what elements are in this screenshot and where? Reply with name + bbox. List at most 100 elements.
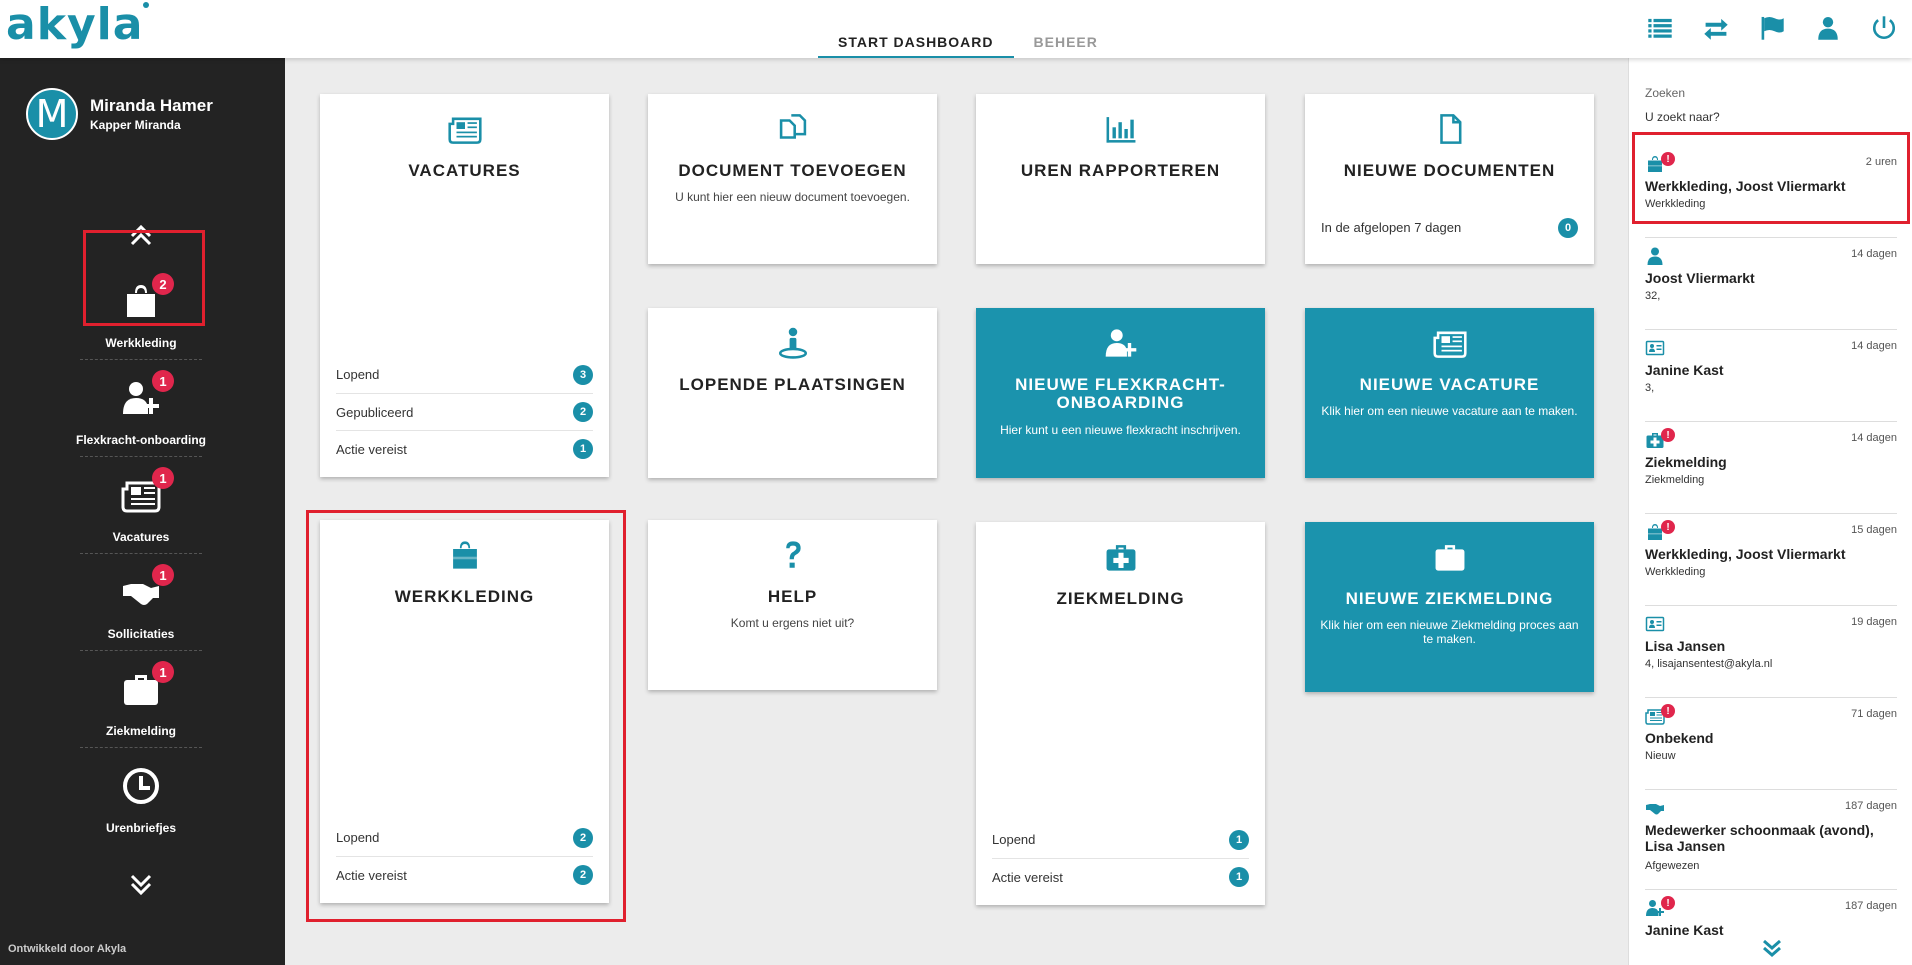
sidebar-item-label: Urenbriefjes	[105, 821, 177, 835]
chevron-down-icon[interactable]	[1760, 936, 1784, 960]
feed-time: 187 dagen	[1845, 800, 1897, 812]
document-icon	[1305, 112, 1594, 148]
card-row[interactable]: In de afgelopen 7 dagen 0	[1321, 209, 1578, 246]
developer-credit: Ontwikkeld door Akyla	[8, 943, 127, 955]
sidebar-item-vacatures[interactable]: 1 Vacatures	[80, 457, 202, 554]
feed-item[interactable]: ! 14 dagen Ziekmelding Ziekmelding	[1645, 422, 1897, 514]
count-badge: 3	[573, 364, 593, 385]
notification-badge: 1	[152, 564, 174, 586]
akyla-logo[interactable]: akyla	[6, 0, 150, 50]
feed-title: Onbekend	[1645, 730, 1714, 746]
top-icons	[1632, 12, 1912, 44]
documents-icon	[648, 112, 937, 148]
user-icon	[1645, 246, 1669, 266]
alert-icon: !	[1661, 520, 1675, 534]
sidebar-item-label: Sollicitaties	[107, 627, 175, 641]
feed-item[interactable]: 187 dagen Medewerker schoonmaak (avond),…	[1645, 790, 1897, 890]
card-document-toevoegen[interactable]: DOCUMENT TOEVOEGEN U kunt hier een nieuw…	[648, 94, 937, 264]
highlight-box	[1632, 132, 1910, 224]
medkit-icon: !	[1645, 428, 1675, 450]
feed-title: Janine Kast	[1645, 362, 1724, 378]
card-title: NIEUWE ZIEKMELDING	[1345, 589, 1554, 608]
card-row[interactable]: Gepubliceerd 2	[336, 393, 593, 430]
feed-subtitle: 3,	[1645, 382, 1655, 394]
newspaper-icon	[1305, 326, 1594, 362]
feed-title: Joost Vliermarkt	[1645, 270, 1755, 286]
feed-item[interactable]: ! 187 dagen Janine Kast	[1645, 890, 1897, 936]
card-title: HELP	[767, 587, 818, 606]
id-card-icon	[1645, 614, 1669, 634]
flag-icon[interactable]	[1744, 12, 1800, 44]
feed-subtitle: Werkkleding	[1645, 566, 1706, 578]
count-badge: 1	[1229, 867, 1249, 887]
tab-beheer[interactable]: BEHEER	[1014, 30, 1118, 58]
question-icon	[648, 538, 937, 574]
user-plus-icon	[976, 326, 1265, 362]
feed-subtitle: 4, lisajansentest@akyla.nl	[1645, 658, 1773, 670]
sidebar-item-flexkracht-onboarding[interactable]: 1 Flexkracht-onboarding	[76, 360, 206, 457]
count-badge: 1	[573, 439, 593, 459]
feed-item[interactable]: 14 dagen Joost Vliermarkt 32,	[1645, 238, 1897, 330]
card-row[interactable]: Lopend 1	[992, 821, 1249, 858]
card-vacatures[interactable]: VACATURES Lopend 3 Gepubliceerd 2 Actie ve…	[320, 94, 609, 477]
tab-start-dashboard[interactable]: START DASHBOARD	[818, 30, 1014, 58]
card-lopende-plaatsingen[interactable]: LOPENDE PLAATSINGEN	[648, 308, 937, 478]
card-row[interactable]: Actie vereist 1	[992, 858, 1249, 895]
feed-title: Werkkleding, Joost Vliermarkt	[1645, 546, 1846, 562]
card-row[interactable]: Actie vereist 1	[336, 430, 593, 467]
feed-item[interactable]: 14 dagen Janine Kast 3,	[1645, 330, 1897, 422]
notification-badge: 1	[152, 370, 174, 392]
avatar[interactable]: M	[26, 88, 78, 140]
top-navigation: START DASHBOARD BEHEER	[818, 30, 1118, 58]
feed-item[interactable]: 19 dagen Lisa Jansen 4, lisajansentest@a…	[1645, 606, 1897, 698]
card-title: UREN RAPPORTEREN	[1020, 161, 1221, 180]
feed-time: 14 dagen	[1851, 340, 1897, 352]
search-input[interactable]: U zoekt naar?	[1645, 110, 1720, 124]
count-badge: 2	[573, 402, 593, 422]
card-ziekmelding[interactable]: ZIEKMELDING Lopend 1 Actie vereist 1	[976, 522, 1265, 905]
alert-icon: !	[1661, 704, 1675, 718]
chevron-down-icon[interactable]	[126, 870, 156, 900]
list-icon[interactable]	[1632, 12, 1688, 44]
newspaper-icon	[320, 112, 609, 148]
feed-subtitle: Afgewezen	[1645, 860, 1700, 872]
feed-title: Lisa Jansen	[1645, 638, 1726, 654]
feed-subtitle: Nieuw	[1645, 750, 1676, 762]
sidebar-item-ziekmelding[interactable]: 1 Ziekmelding	[80, 651, 202, 748]
feed-title: Medewerker schoonmaak (avond), Lisa Jans…	[1645, 822, 1874, 854]
bar-chart-icon	[976, 112, 1265, 148]
sidebar-item-sollicitaties[interactable]: 1 Sollicitaties	[80, 554, 202, 651]
sidebar-menu: 2 Werkkleding 1 Flexkracht-onboarding 1 …	[76, 263, 206, 845]
card-title: NIEUWE VACATURE	[1359, 375, 1540, 394]
feed-item[interactable]: ! 71 dagen Onbekend Nieuw	[1645, 698, 1897, 790]
transfer-icon[interactable]	[1688, 12, 1744, 44]
newspaper-icon: !	[1645, 704, 1675, 726]
card-help[interactable]: HELP Komt u ergens niet uit?	[648, 520, 937, 690]
card-uren-rapporteren[interactable]: UREN RAPPORTEREN	[976, 94, 1265, 264]
sidebar-item-urenbriefjes[interactable]: Urenbriefjes	[80, 748, 202, 845]
sidebar-item-label: Flexkracht-onboarding	[75, 433, 206, 447]
feed-time: 14 dagen	[1851, 248, 1897, 260]
card-nieuwe-ziekmelding[interactable]: NIEUWE ZIEKMELDING Klik hier om een nieu…	[1305, 522, 1594, 692]
sidebar-item-label: Ziekmelding	[105, 724, 176, 738]
card-nieuwe-vacature[interactable]: NIEUWE VACATURE Klik hier om een nieuwe …	[1305, 308, 1594, 478]
card-nieuwe-flexkracht-onboarding[interactable]: NIEUWE FLEXKRACHT-ONBOARDING Hier kunt u…	[976, 308, 1265, 478]
user-profile[interactable]: M Miranda Hamer Kapper Miranda	[26, 88, 213, 140]
medkit-icon	[1305, 540, 1594, 576]
user-icon[interactable]	[1800, 12, 1856, 44]
card-title: DOCUMENT TOEVOEGEN	[678, 161, 907, 180]
top-bar: akyla START DASHBOARD BEHEER	[0, 0, 1912, 58]
card-row[interactable]: Lopend 3	[336, 356, 593, 393]
power-icon[interactable]	[1856, 12, 1912, 44]
user-company: Kapper Miranda	[90, 118, 181, 132]
sidebar: M Miranda Hamer Kapper Miranda 2 Werkkle…	[0, 58, 285, 965]
feed-subtitle: Ziekmelding	[1645, 474, 1705, 486]
card-nieuwe-documenten[interactable]: NIEUWE DOCUMENTEN In de afgelopen 7 dage…	[1305, 94, 1594, 264]
clock-icon	[121, 766, 161, 806]
feed-item[interactable]: ! 15 dagen Werkkleding, Joost Vliermarkt…	[1645, 514, 1897, 606]
card-title: NIEUWE DOCUMENTEN	[1343, 161, 1556, 180]
card-subtitle: Hier kunt u een nieuwe flexkracht inschr…	[1000, 423, 1241, 437]
sidebar-item-label: Vacatures	[112, 530, 170, 544]
feed-subtitle: 32,	[1645, 290, 1661, 302]
card-subtitle: U kunt hier een nieuw document toevoegen…	[675, 190, 910, 204]
